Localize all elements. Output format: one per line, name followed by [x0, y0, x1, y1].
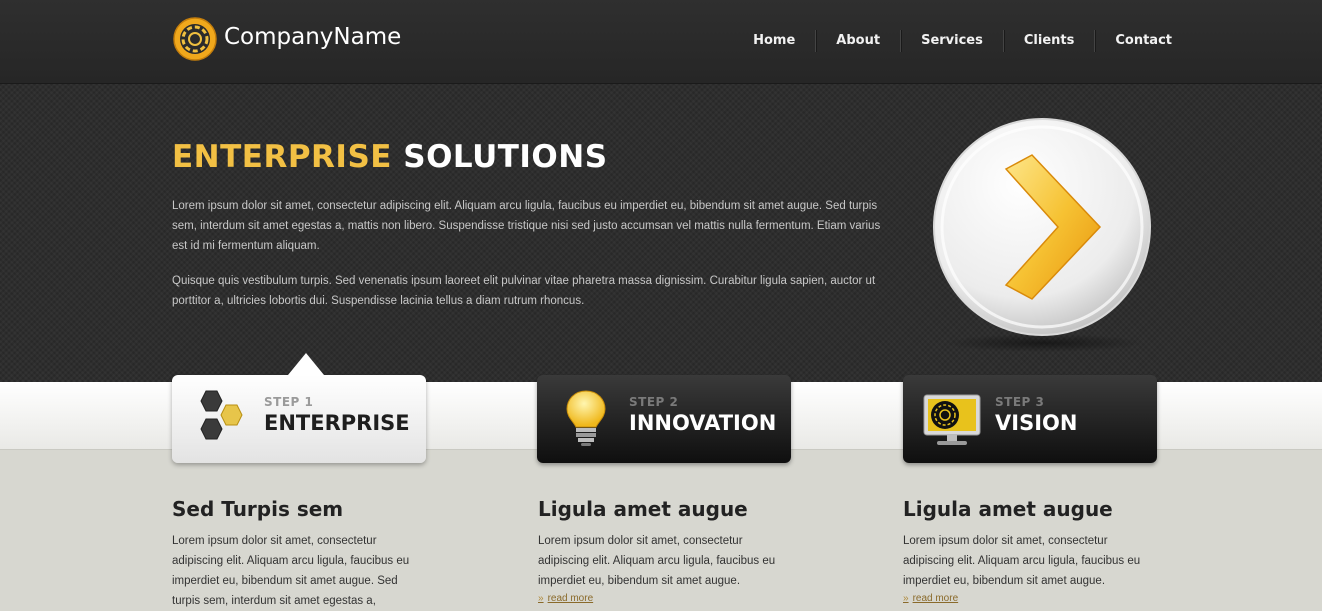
- step-3-tab[interactable]: STEP 3 VISION: [903, 375, 1157, 463]
- read-more-link[interactable]: » read more: [903, 593, 1163, 604]
- brand-name[interactable]: CompanyName: [224, 24, 401, 50]
- logo-icon[interactable]: [172, 16, 218, 62]
- column-text: Lorem ipsum dolor sit amet, consectetur …: [538, 535, 776, 587]
- hexagons-icon: [200, 390, 243, 440]
- step-2-tab[interactable]: STEP 2 INNOVATION: [537, 375, 791, 463]
- column-title: Sed Turpis sem: [172, 497, 344, 521]
- hero-paragraph: Lorem ipsum dolor sit amet, consectetur …: [172, 200, 881, 252]
- column-title: Ligula amet augue: [903, 497, 1113, 521]
- lightbulb-icon: [566, 390, 606, 446]
- step-title: ENTERPRISE: [264, 411, 410, 435]
- hero-title: ENTERPRISE SOLUTIONS: [172, 139, 608, 175]
- nav-services[interactable]: Services: [901, 28, 1003, 54]
- column-title: Ligula amet augue: [538, 497, 748, 521]
- main-nav: Home About Services Clients Contact: [733, 28, 1172, 54]
- nav-contact[interactable]: Contact: [1095, 28, 1172, 54]
- chevron-right-icon: »: [538, 593, 544, 604]
- read-more-link[interactable]: » read more: [538, 593, 798, 604]
- chevron-right-icon: »: [903, 593, 909, 604]
- step-label: STEP 3: [995, 395, 1045, 409]
- nav-about[interactable]: About: [816, 28, 900, 54]
- site-header: CompanyName Home About Services Clients …: [0, 0, 1322, 84]
- active-step-pointer: [288, 353, 324, 375]
- nav-home[interactable]: Home: [733, 28, 815, 54]
- step-title: INNOVATION: [629, 411, 777, 435]
- hero-section: ENTERPRISE SOLUTIONS Lorem ipsum dolor s…: [0, 84, 1322, 382]
- hero-paragraph: Quisque quis vestibulum turpis. Sed vene…: [172, 275, 876, 307]
- arrow-orb-icon[interactable]: [928, 117, 1156, 357]
- column-text: Lorem ipsum dolor sit amet, consectetur …: [172, 535, 410, 607]
- read-more-label[interactable]: read more: [913, 593, 959, 604]
- hero-title-rest: SOLUTIONS: [403, 139, 608, 175]
- step-1-tab[interactable]: STEP 1 ENTERPRISE: [172, 353, 426, 463]
- content-column-1: Sed Turpis sem Lorem ipsum dolor sit ame…: [172, 497, 432, 611]
- content-column-3: Ligula amet augue Lorem ipsum dolor sit …: [903, 497, 1163, 604]
- step-label: STEP 2: [629, 395, 679, 409]
- step-title: VISION: [995, 411, 1078, 435]
- monitor-icon: [923, 394, 981, 445]
- nav-clients[interactable]: Clients: [1004, 28, 1094, 54]
- step-label: STEP 1: [264, 395, 314, 409]
- content-column-2: Ligula amet augue Lorem ipsum dolor sit …: [538, 497, 798, 604]
- read-more-label[interactable]: read more: [548, 593, 594, 604]
- column-text: Lorem ipsum dolor sit amet, consectetur …: [903, 535, 1141, 587]
- hero-title-highlight: ENTERPRISE: [172, 139, 392, 175]
